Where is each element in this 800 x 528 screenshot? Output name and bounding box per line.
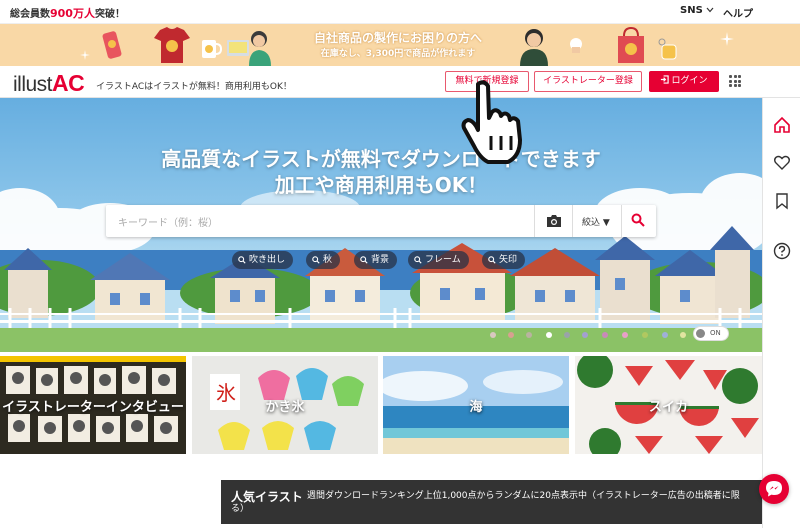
search-bar: キーワード（例：桜） 絞込 ▼: [106, 205, 656, 237]
tshirt-illustration: [154, 27, 190, 63]
slide-dot[interactable]: [662, 332, 668, 338]
ranking-description-line2: る）: [231, 504, 250, 514]
hero-title-line1: 高品質なイラストが無料でダウンロードできます: [161, 147, 601, 171]
help-link[interactable]: ヘルプ: [723, 5, 753, 20]
category-tile[interactable]: 氷 かき氷: [192, 356, 378, 454]
ranking-header: 人気イラスト 週間ダウンロードランキング上位1,000点からランダムに20点表示…: [221, 480, 762, 524]
slide-dot[interactable]: [622, 332, 628, 338]
member-count-number: 900万人: [50, 7, 95, 20]
hands-illustration: [570, 38, 582, 53]
category-tile[interactable]: 海: [383, 356, 569, 454]
chip-label: フレーム: [425, 255, 461, 265]
designer-illustration: [227, 31, 271, 66]
top-strip: 総会員数900万人突破！ SNS ヘルプ: [0, 0, 800, 24]
login-label: ログイン: [671, 76, 708, 86]
keyword-chip[interactable]: 吹き出し: [232, 251, 294, 269]
search-divider: [534, 205, 535, 237]
member-count-text: 総会員数900万人突破！: [10, 5, 125, 21]
site-header: illustAC イラストACはイラストが無料！商用利用もOK！ 無料で新規登録…: [0, 66, 800, 98]
search-divider: [621, 205, 622, 237]
site-logo[interactable]: illustAC: [13, 70, 85, 97]
slideshow-toggle[interactable]: ON: [693, 326, 729, 341]
keychain-illustration: [658, 38, 677, 60]
slide-dot[interactable]: [602, 332, 608, 338]
hero-banner: 高品質なイラストが無料でダウンロードできます 加工や商用利用もOK！ キーワード…: [0, 98, 762, 352]
promo-subline: 在庫なし、3,300円で商品が作れます: [320, 49, 476, 59]
keyword-chip[interactable]: 秋: [306, 251, 341, 269]
search-icon: [414, 255, 422, 264]
category-label: スイカ: [648, 399, 688, 415]
promo-headline: 自社商品の製作にお困りの方へ: [313, 31, 482, 45]
ranking-description-line1: 週間ダウンロードランキング上位1,000点からランダムに20点表示中（イラストレ…: [307, 491, 740, 501]
search-input[interactable]: キーワード（例：桜）: [118, 214, 218, 229]
bookmark-icon[interactable]: [773, 192, 791, 210]
camera-icon[interactable]: [546, 214, 562, 228]
phone-case-illustration: [102, 31, 122, 59]
category-label: イラストレーターインタビュー: [2, 399, 184, 415]
messenger-button[interactable]: [759, 474, 789, 504]
sns-menu[interactable]: SNS: [680, 5, 714, 16]
login-button[interactable]: ログイン: [649, 71, 719, 92]
login-icon: [661, 75, 670, 84]
student-illustration: [520, 29, 548, 66]
chip-label: 秋: [323, 255, 333, 265]
member-count-prefix: 総会員数: [10, 9, 50, 20]
category-label: 海: [469, 399, 483, 415]
keyword-chip[interactable]: 背景: [354, 251, 398, 269]
mug-illustration: [202, 40, 222, 58]
filter-dropdown[interactable]: 絞込 ▼: [582, 215, 610, 228]
category-tile[interactable]: スイカ: [575, 356, 762, 454]
search-divider: [572, 205, 573, 237]
toggle-label: ON: [710, 329, 721, 337]
promo-banner[interactable]: 自社商品の製作にお困りの方へ 在庫なし、3,300円で商品が作れます: [0, 24, 800, 66]
illustrator-register-button[interactable]: イラストレーター登録: [534, 71, 642, 92]
toggle-knob: [696, 329, 705, 338]
search-icon: [312, 255, 320, 264]
search-icon: [360, 255, 368, 264]
search-icon: [488, 255, 496, 264]
slide-dot[interactable]: [642, 332, 648, 338]
right-sidebar: [762, 98, 800, 528]
logo-text: illust: [13, 73, 53, 96]
slide-dot[interactable]: [546, 332, 552, 338]
keyword-chip[interactable]: フレーム: [408, 251, 469, 269]
slide-dot[interactable]: [508, 332, 514, 338]
heart-icon[interactable]: [773, 154, 791, 172]
slide-dot[interactable]: [680, 332, 686, 338]
category-label: かき氷: [265, 399, 305, 415]
help-icon[interactable]: [773, 242, 791, 260]
sparkle-icon: [720, 32, 734, 46]
slide-dot[interactable]: [526, 332, 532, 338]
slide-dot[interactable]: [490, 332, 496, 338]
app-grid-icon[interactable]: [729, 75, 741, 87]
sparkle-icon: [80, 50, 90, 60]
chip-label: 吹き出し: [249, 255, 286, 265]
chip-label: 矢印: [499, 255, 518, 265]
hand-pointer-icon: [461, 80, 522, 164]
search-icon[interactable]: [631, 213, 645, 227]
search-icon: [238, 255, 246, 264]
member-count-suffix: 突破！: [94, 9, 125, 20]
tote-bag-illustration: [618, 26, 644, 63]
home-icon[interactable]: [773, 116, 791, 134]
ranking-description: 週間ダウンロードランキング上位1,000点からランダムに20点表示中（イラストレ…: [231, 490, 757, 514]
site-tagline: イラストACはイラストが無料！商用利用もOK！: [96, 82, 292, 92]
slide-dot[interactable]: [582, 332, 588, 338]
chevron-down-icon: [706, 7, 714, 13]
keyword-chip[interactable]: 矢印: [482, 251, 526, 269]
messenger-icon: [766, 481, 782, 497]
category-tile[interactable]: イラストレーターインタビュー: [0, 356, 186, 454]
chip-label: 背景: [371, 255, 390, 265]
slide-dot[interactable]: [564, 332, 570, 338]
logo-accent: AC: [52, 70, 85, 96]
hero-title-line2: 加工や商用利用もOK！: [274, 173, 488, 197]
sns-label: SNS: [680, 5, 703, 16]
